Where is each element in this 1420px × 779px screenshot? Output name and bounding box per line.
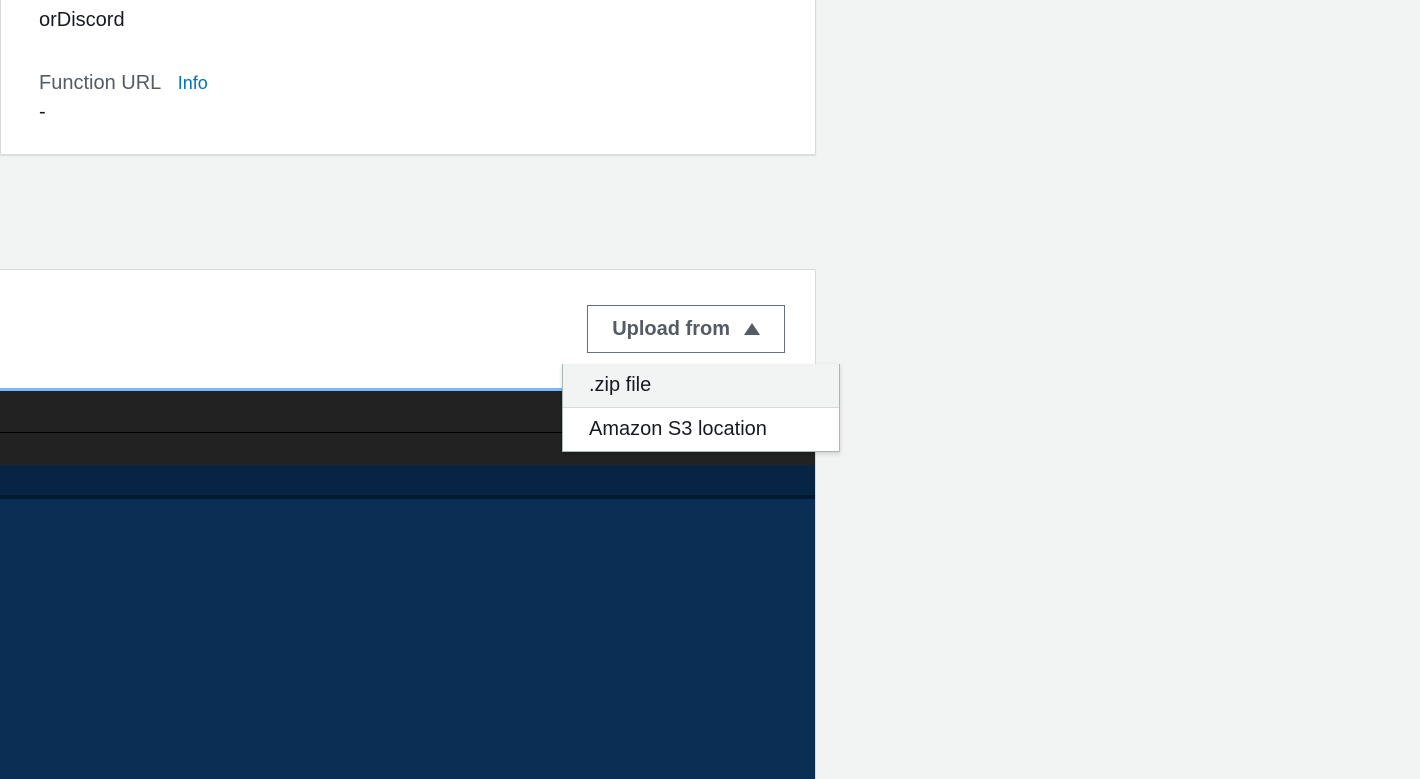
- function-info-card: orDiscord Function URL Info -: [0, 0, 816, 155]
- upload-from-dropdown: .zip file Amazon S3 location: [562, 364, 840, 452]
- function-arn-value: orDiscord: [39, 0, 775, 32]
- upload-from-button[interactable]: Upload from: [587, 305, 785, 353]
- upload-zip-option[interactable]: .zip file: [563, 364, 839, 408]
- function-url-field: Function URL Info -: [39, 32, 775, 124]
- function-url-value: -: [39, 95, 775, 124]
- ide-editor-pane[interactable]: [0, 499, 815, 779]
- function-url-label: Function URL: [39, 72, 161, 95]
- function-url-info-link[interactable]: Info: [178, 73, 208, 93]
- code-source-panel: Upload from: [0, 269, 816, 779]
- ide-tool-bar[interactable]: [0, 465, 815, 495]
- upload-from-button-label: Upload from: [612, 318, 730, 341]
- caret-up-icon: [744, 323, 760, 335]
- upload-s3-option[interactable]: Amazon S3 location: [563, 408, 839, 451]
